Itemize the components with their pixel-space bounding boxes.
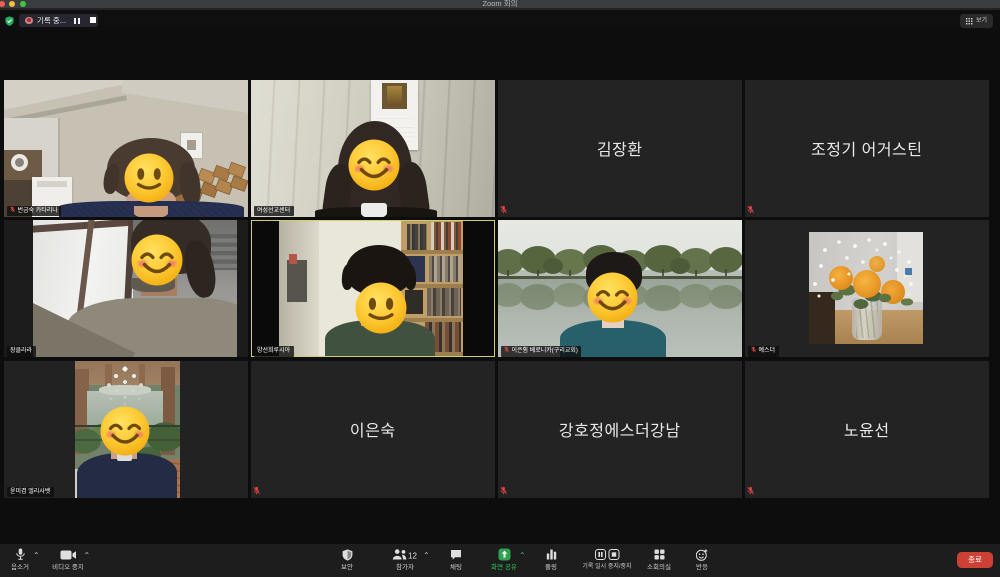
svg-text:12: 12 <box>408 551 417 560</box>
